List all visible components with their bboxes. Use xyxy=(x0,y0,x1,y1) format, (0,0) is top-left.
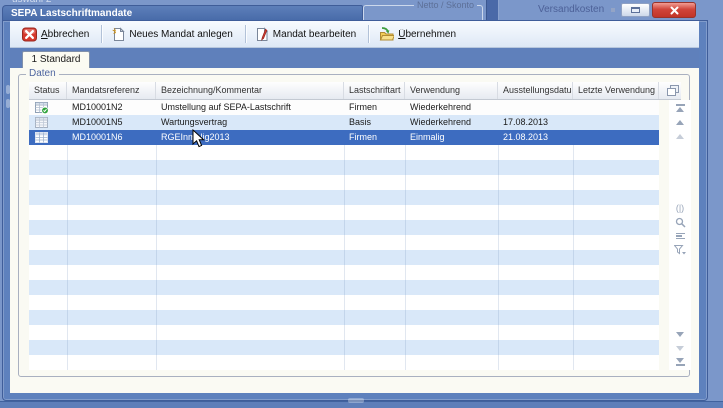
ausstellungsdatum-cell xyxy=(498,100,573,115)
mandatsreferenz-cell: MD10001N2 xyxy=(67,100,156,115)
bezeichnung-cell: Umstellung auf SEPA-Lastschrift xyxy=(156,100,344,115)
gridline xyxy=(67,145,68,370)
restore-window-button[interactable] xyxy=(621,3,650,17)
gridline xyxy=(156,145,157,370)
last-row-button[interactable] xyxy=(676,356,685,368)
ausstellungsdatum-cell: 21.08.2013 xyxy=(498,130,573,145)
status-cell xyxy=(29,130,67,145)
mandat-bearbeiten-label: Mandat bearbeiten xyxy=(273,29,356,40)
letzte-verwendung-cell xyxy=(573,130,659,145)
mandat-bearbeiten-button[interactable]: Mandat bearbeiten xyxy=(249,25,365,44)
mouse-cursor xyxy=(192,129,206,149)
gridline xyxy=(344,145,345,370)
bezeichnung-cell: RGEInmalig2013 xyxy=(156,130,344,145)
column-header-ausstellungsdatum[interactable]: Ausstellungsdatum xyxy=(498,82,573,99)
verwendung-cell: Einmalig xyxy=(405,130,498,145)
screen: uswahl 2 Netto / Skonto Versandkosten SE… xyxy=(0,0,723,408)
abbrechen-label: Abbrechen xyxy=(41,29,89,40)
column-header-mandatsreferenz[interactable]: Mandatsreferenz xyxy=(67,82,156,99)
daten-groupbox: Daten Status Mandatsreferenz Bezeichnung… xyxy=(18,74,690,377)
cancel-icon xyxy=(22,27,37,42)
window-body: Abbrechen Neues Mandat anlegen xyxy=(10,21,699,393)
gridline xyxy=(498,145,499,370)
uebernehmen-label: Übernehmen xyxy=(398,29,456,40)
close-window-button[interactable] xyxy=(652,2,696,18)
window-frame: Abbrechen Neues Mandat anlegen xyxy=(2,20,708,401)
pin-dot-icon xyxy=(611,8,615,12)
edit-mandate-icon xyxy=(255,27,269,42)
content-panel: Daten Status Mandatsreferenz Bezeichnung… xyxy=(10,68,699,393)
lastschriftart-cell: Firmen xyxy=(344,130,405,145)
grid-navigator-body: (|) xyxy=(669,100,691,370)
page-down-button[interactable] xyxy=(676,342,684,354)
bezeichnung-cell: Wartungsvertrag xyxy=(156,115,344,130)
column-header-letzte-verwendung[interactable]: Letzte Verwendung xyxy=(573,82,659,99)
window-titlebar[interactable]: SEPA Lastschriftmandate xyxy=(2,5,363,21)
sum-icon xyxy=(676,233,685,240)
apply-icon xyxy=(378,27,394,42)
row-up-button[interactable] xyxy=(676,116,684,128)
mandate-icon xyxy=(35,117,49,129)
gridline xyxy=(405,145,406,370)
new-mandate-icon xyxy=(111,27,125,42)
verwendung-cell: Wiederkehrend xyxy=(405,100,498,115)
column-header-lastschriftart[interactable]: Lastschriftart xyxy=(344,82,405,99)
mandate-active-icon xyxy=(35,102,49,114)
table-row-selected[interactable]: MD10001N6 RGEInmalig2013 Firmen Einmalig… xyxy=(29,130,659,145)
toolbar: Abbrechen Neues Mandat anlegen xyxy=(10,21,699,48)
filter-button[interactable] xyxy=(674,244,686,256)
toolbar-separator xyxy=(245,25,246,43)
close-icon xyxy=(670,6,679,15)
column-header-bezeichnung[interactable]: Bezeichnung/Kommentar xyxy=(156,82,344,99)
netto-skonto-label: Netto / Skonto xyxy=(414,0,477,10)
ausstellungsdatum-cell: 17.08.2013 xyxy=(498,115,573,130)
column-header-verwendung[interactable]: Verwendung xyxy=(405,82,498,99)
resize-grip[interactable] xyxy=(348,398,364,403)
table-header-row: Status Mandatsreferenz Bezeichnung/Komme… xyxy=(29,82,681,100)
mandatsreferenz-cell: MD10001N5 xyxy=(67,115,156,130)
column-header-status[interactable]: Status xyxy=(29,82,67,99)
lastschriftart-cell: Basis xyxy=(344,115,405,130)
background-divider xyxy=(486,0,499,20)
lastschriftart-cell: Firmen xyxy=(344,100,405,115)
verwendung-cell: Wiederkehrend xyxy=(405,115,498,130)
gridline xyxy=(573,145,574,370)
letzte-verwendung-cell xyxy=(573,115,659,130)
abbrechen-button[interactable]: Abbrechen xyxy=(16,25,98,44)
versandkosten-label: Versandkosten xyxy=(538,4,604,15)
restore-icon xyxy=(631,7,640,13)
search-icon xyxy=(675,217,686,228)
tab-strip: 1 Standard xyxy=(10,48,699,68)
sum-button[interactable] xyxy=(676,230,685,242)
page-up-button[interactable] xyxy=(676,130,684,142)
mandate-table: Status Mandatsreferenz Bezeichnung/Komme… xyxy=(29,82,681,370)
status-cell xyxy=(29,115,67,130)
first-row-button[interactable] xyxy=(676,102,685,114)
daten-label: Daten xyxy=(26,68,59,79)
row-down-button[interactable] xyxy=(676,328,684,340)
neues-mandat-anlegen-label: Neues Mandat anlegen xyxy=(129,29,232,40)
search-button[interactable] xyxy=(675,216,686,228)
window-title: SEPA Lastschriftmandate xyxy=(11,8,132,19)
uebernehmen-button[interactable]: Übernehmen xyxy=(372,25,465,44)
neues-mandat-anlegen-button[interactable]: Neues Mandat anlegen xyxy=(105,25,241,44)
grid-navigator: (|) xyxy=(669,82,691,370)
toolbar-separator xyxy=(368,25,369,43)
letzte-verwendung-cell xyxy=(573,100,659,115)
status-cell xyxy=(29,100,67,115)
column-width-button[interactable]: (|) xyxy=(676,202,684,214)
table-body: MD10001N2 Umstellung auf SEPA-Lastschrif… xyxy=(29,100,659,370)
table-row[interactable]: MD10001N2 Umstellung auf SEPA-Lastschrif… xyxy=(29,100,659,115)
table-row[interactable]: MD10001N5 Wartungsvertrag Basis Wiederke… xyxy=(29,115,659,130)
mandatsreferenz-cell: MD10001N6 xyxy=(67,130,156,145)
tab-1-standard[interactable]: 1 Standard xyxy=(22,51,90,68)
mandate-icon xyxy=(35,132,49,144)
toolbar-separator xyxy=(101,25,102,43)
filter-icon xyxy=(674,245,686,256)
